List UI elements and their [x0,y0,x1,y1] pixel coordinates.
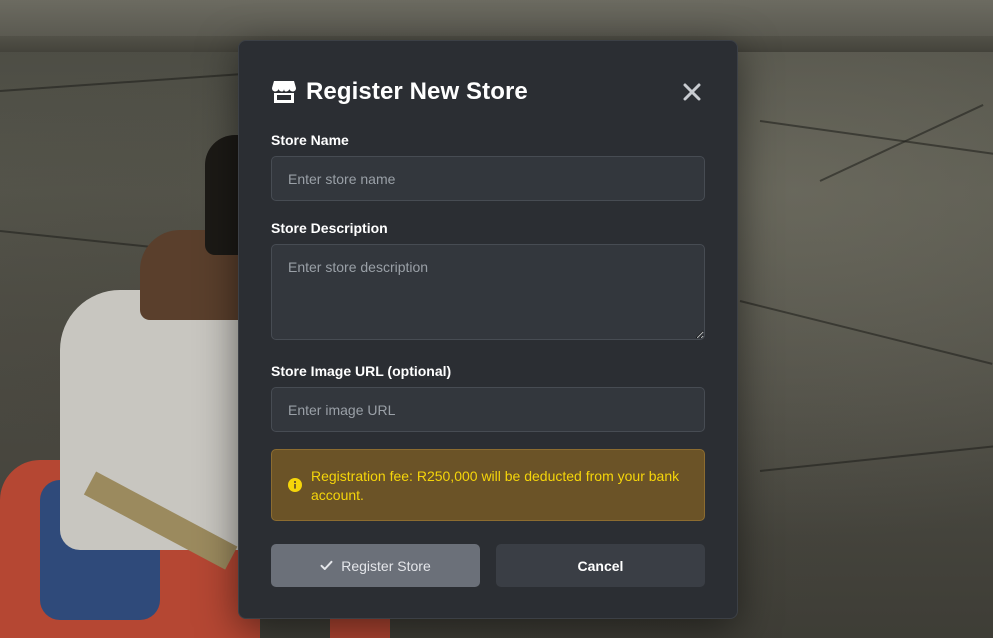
check-icon [320,560,333,571]
pavement-crack [759,444,993,472]
store-name-label: Store Name [271,132,349,148]
close-button[interactable] [679,79,705,105]
pavement-crack [0,73,240,92]
info-icon [288,478,302,492]
register-store-label: Register Store [341,557,431,574]
store-icon [271,79,297,105]
road [0,0,993,36]
pavement-crack [739,300,993,365]
cancel-label: Cancel [577,557,624,574]
modal-header: Register New Store [271,75,705,109]
register-store-button[interactable]: Register Store [271,544,480,587]
registration-fee-notice: Registration fee: R250,000 will be deduc… [271,449,705,521]
notice-text: Registration fee: R250,000 will be deduc… [311,468,680,503]
store-image-url-label: Store Image URL (optional) [271,363,452,379]
cancel-button[interactable]: Cancel [496,544,705,587]
register-store-modal: Register New Store Store Name Store Desc… [238,40,738,619]
store-image-url-input[interactable] [271,387,705,432]
store-description-input[interactable] [271,244,705,340]
modal-title: Register New Store [306,78,528,105]
store-name-input[interactable] [271,156,705,201]
pavement-crack [819,104,984,182]
close-icon [683,83,701,101]
pavement-crack [759,120,993,156]
store-description-label: Store Description [271,220,388,236]
